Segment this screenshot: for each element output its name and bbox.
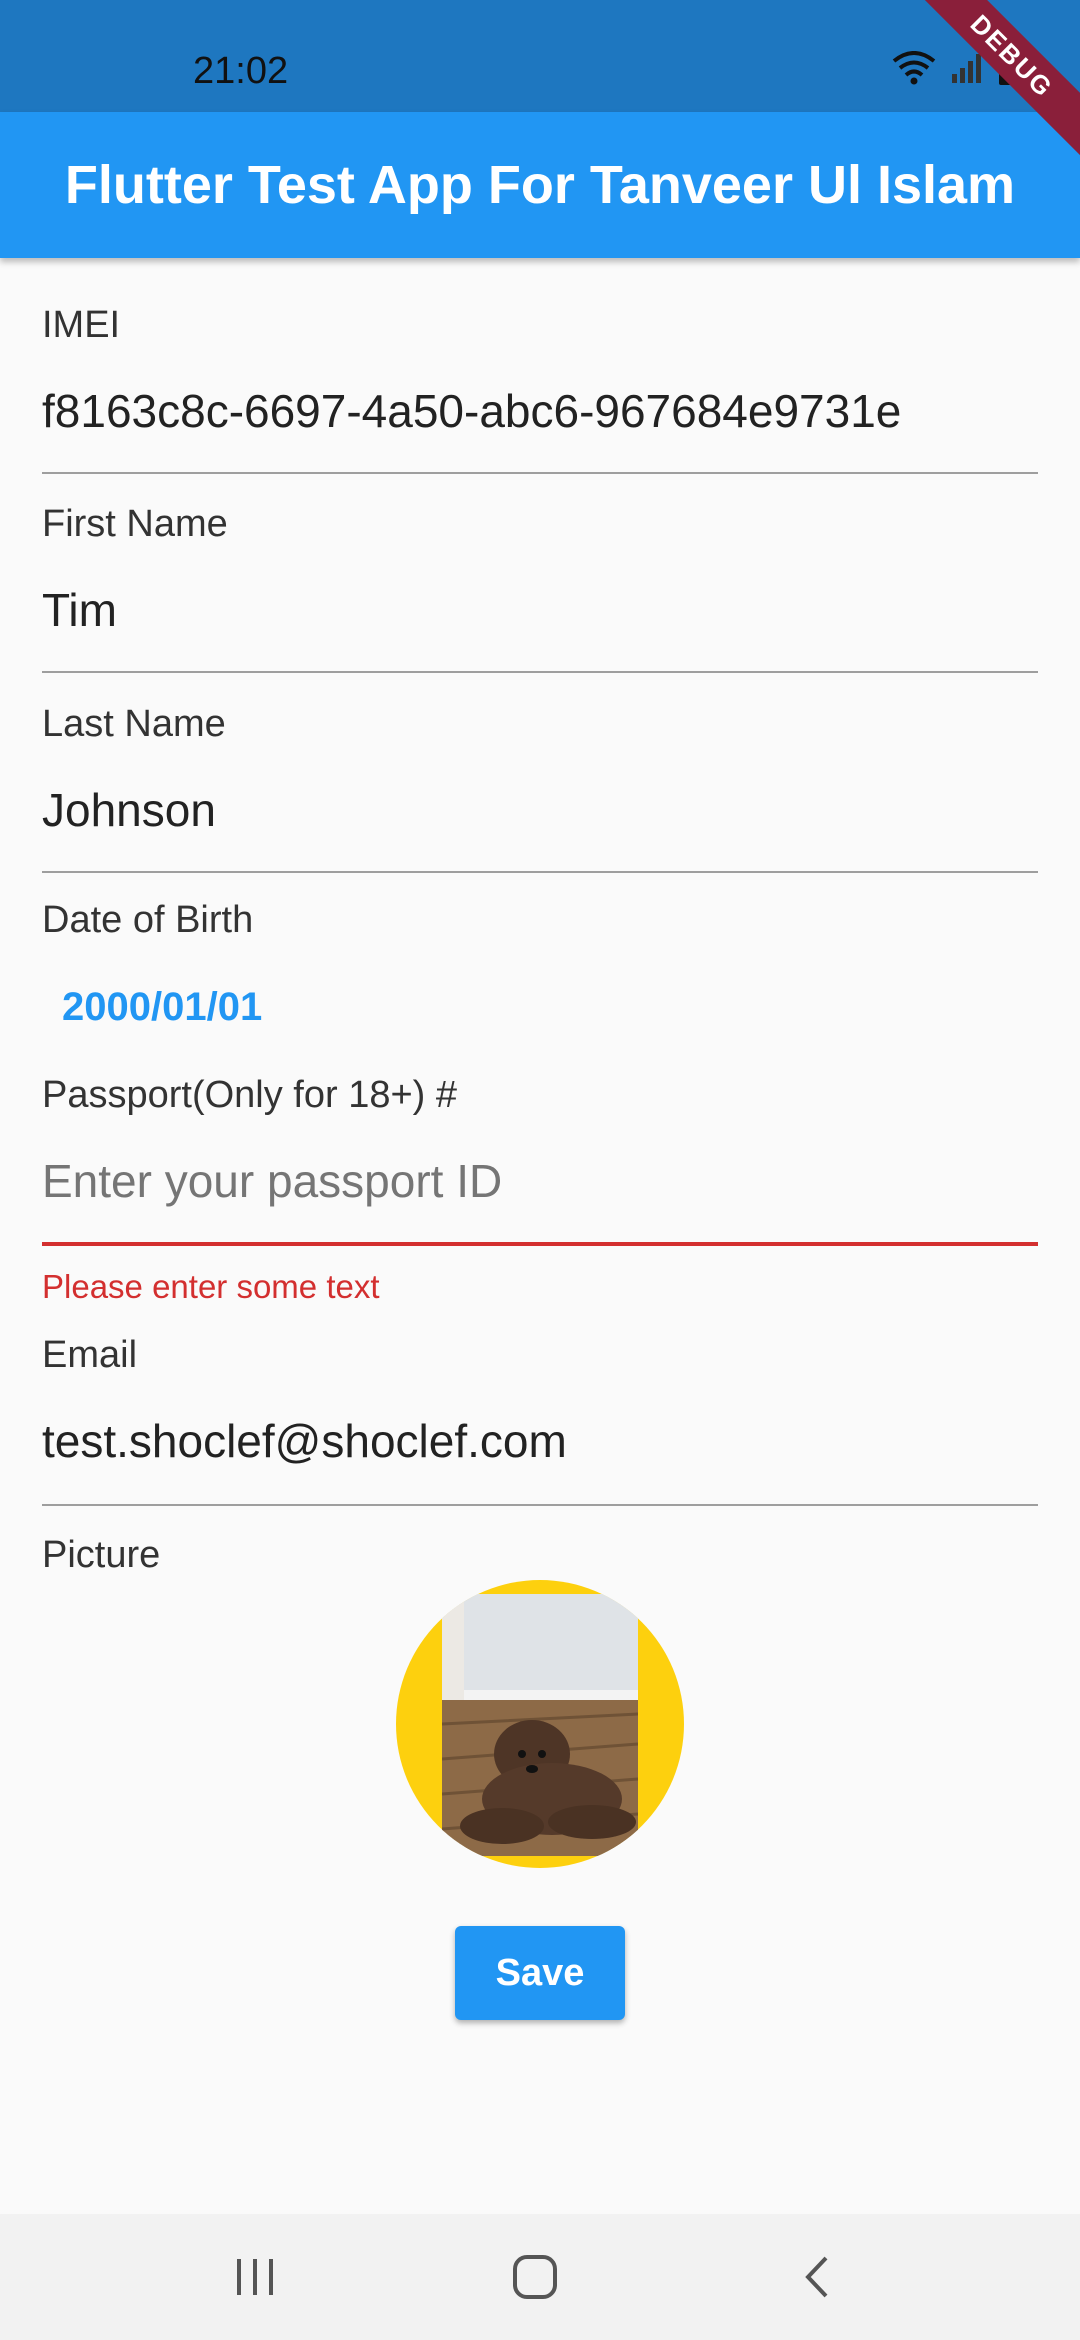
first-name-label: First Name	[42, 503, 228, 545]
recents-icon[interactable]	[220, 2244, 290, 2310]
avatar[interactable]	[396, 1580, 684, 1868]
wifi-icon	[892, 51, 936, 90]
passport-underline	[42, 1242, 1038, 1246]
last-name-underline	[42, 871, 1038, 873]
first-name-underline	[42, 671, 1038, 673]
dob-field: Date of Birth 2000/01/01	[42, 899, 1038, 1039]
status-bar: 21:02	[0, 0, 1080, 112]
imei-label: IMEI	[42, 304, 121, 346]
email-label: Email	[42, 1334, 138, 1376]
last-name-field[interactable]: Last Name Johnson	[42, 699, 1038, 875]
passport-field[interactable]: Passport(Only for 18+) # Enter your pass…	[42, 1074, 1038, 1314]
save-button[interactable]: Save	[455, 1926, 625, 2020]
back-icon[interactable]	[782, 2244, 852, 2310]
status-time: 21:02	[193, 50, 289, 92]
last-name-label: Last Name	[42, 703, 226, 745]
imei-value[interactable]: f8163c8c-6697-4a50-abc6-967684e9731e	[42, 384, 901, 438]
home-icon[interactable]	[500, 2244, 570, 2310]
first-name-value[interactable]: Tim	[42, 583, 117, 637]
passport-label: Passport(Only for 18+) #	[42, 1074, 458, 1116]
signal-icon	[950, 52, 984, 89]
system-nav-bar	[0, 2214, 1080, 2340]
dob-label: Date of Birth	[42, 899, 254, 941]
picture-field: Picture	[42, 1534, 1038, 1584]
imei-field[interactable]: IMEI f8163c8c-6697-4a50-abc6-967684e9731…	[42, 300, 1038, 476]
email-value[interactable]: test.shoclef@shoclef.com	[42, 1414, 567, 1468]
last-name-value[interactable]: Johnson	[42, 783, 216, 837]
passport-input[interactable]: Enter your passport ID	[42, 1154, 502, 1208]
imei-underline	[42, 472, 1038, 474]
app-title: Flutter Test App For Tanveer Ul Islam	[64, 155, 1016, 215]
first-name-field[interactable]: First Name Tim	[42, 499, 1038, 675]
email-underline	[42, 1504, 1038, 1506]
profile-photo	[442, 1594, 638, 1856]
picture-label: Picture	[42, 1534, 161, 1576]
dob-picker-button[interactable]: 2000/01/01	[62, 985, 262, 1030]
passport-error: Please enter some text	[42, 1268, 380, 1305]
app-bar: Flutter Test App For Tanveer Ul Islam	[0, 112, 1080, 258]
email-field[interactable]: Email test.shoclef@shoclef.com	[42, 1334, 1038, 1510]
